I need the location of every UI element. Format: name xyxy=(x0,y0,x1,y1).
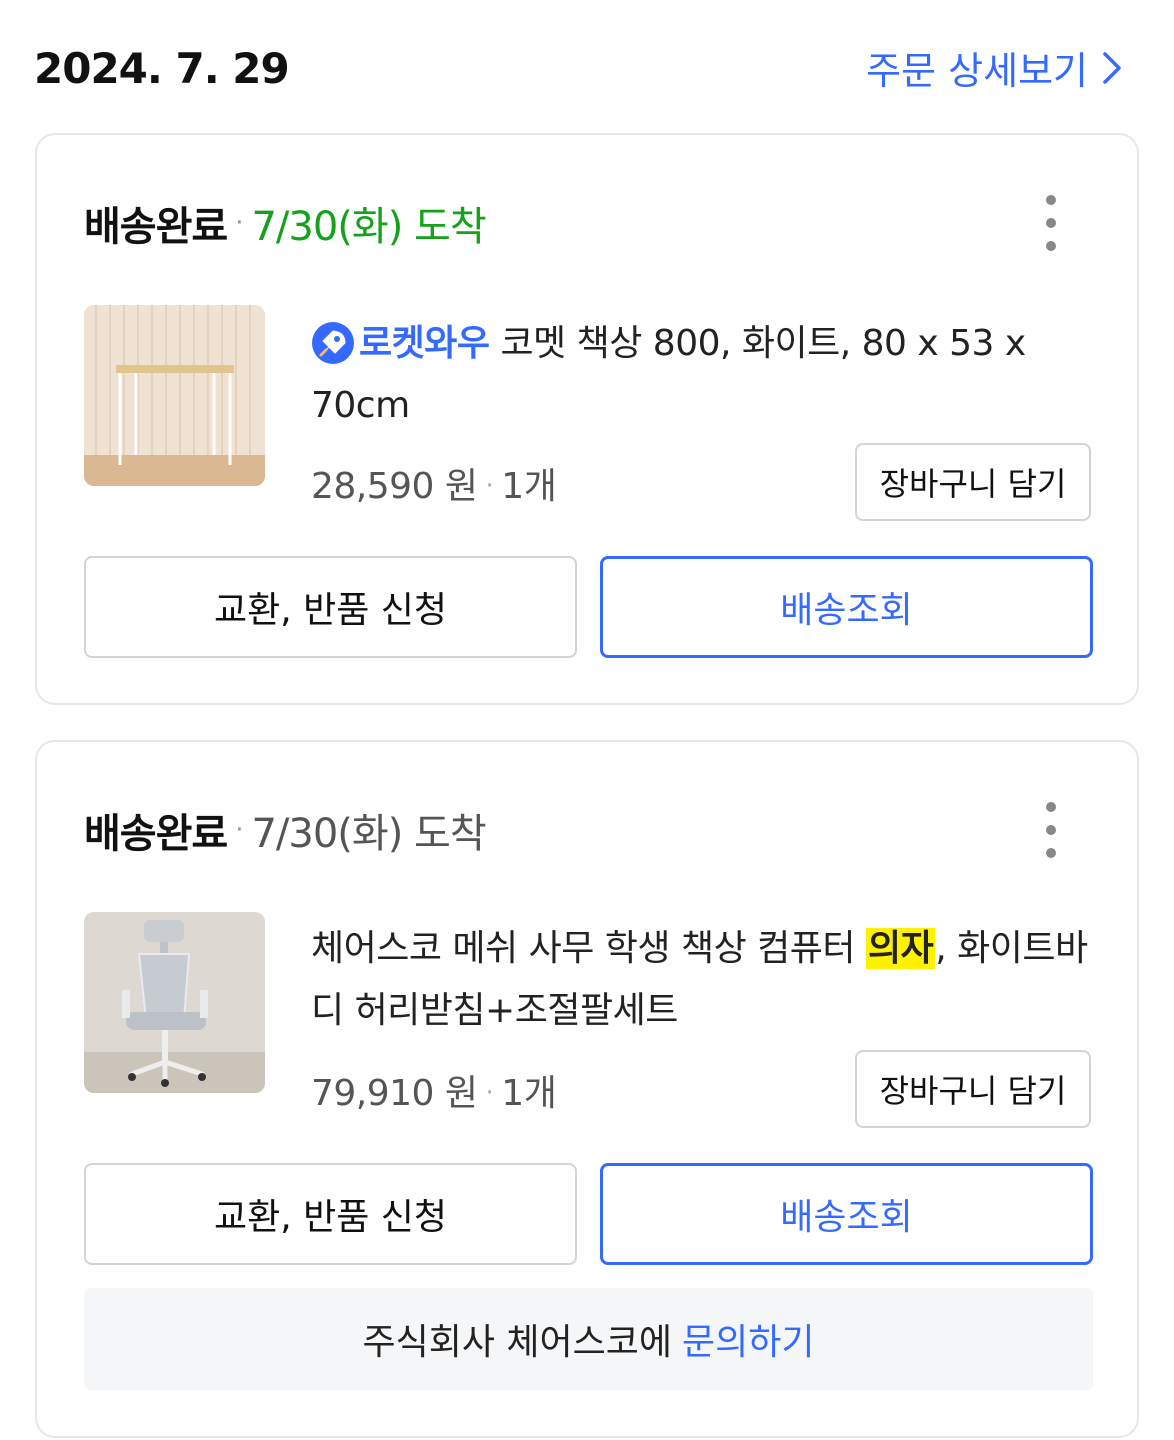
product-quantity: 1개 xyxy=(501,466,557,507)
separator-dot: · xyxy=(235,208,244,238)
price-quantity: 28,590 원 · 1개 xyxy=(311,466,557,507)
seller-inquiry-bar: 주식회사 체어스코에 문의하기 xyxy=(84,1288,1093,1390)
order-detail-label: 주문 상세보기 xyxy=(866,49,1088,93)
more-options-button[interactable] xyxy=(1035,802,1067,858)
product-title[interactable]: 체어스코 메쉬 사무 학생 책상 컴퓨터 의자, 화이트바디 허리받침+조절팔세… xyxy=(311,918,1101,1042)
return-exchange-button[interactable]: 교환, 반품 신청 xyxy=(84,1163,577,1265)
track-delivery-button[interactable]: 배송조회 xyxy=(600,1163,1093,1265)
order-date: 2024. 7. 29 xyxy=(34,44,290,93)
product-quantity: 1개 xyxy=(501,1073,557,1114)
return-exchange-button[interactable]: 교환, 반품 신청 xyxy=(84,556,577,658)
order-item-card: 배송완료 · 7/30(화) 도착 로켓와우 코멧 책상 800, 화이트, 8… xyxy=(35,133,1139,705)
order-item-card: 배송완료 · 7/30(화) 도착 체어스코 메쉬 사무 학생 책상 컴퓨터 의… xyxy=(35,740,1139,1438)
order-detail-link[interactable]: 주문 상세보기 xyxy=(866,40,1122,95)
add-to-cart-button[interactable]: 장바구니 담기 xyxy=(855,443,1091,521)
more-options-button[interactable] xyxy=(1035,195,1067,251)
delivery-status-row: 배송완료 · 7/30(화) 도착 xyxy=(84,800,487,860)
rocket-icon xyxy=(311,321,355,365)
more-vertical-icon xyxy=(1046,802,1056,812)
arrival-date: 7/30(화) 도착 xyxy=(251,811,486,857)
chevron-right-icon xyxy=(1103,51,1121,84)
product-title[interactable]: 로켓와우 코멧 책상 800, 화이트, 80 x 53 x 70cm xyxy=(311,313,1101,437)
separator-dot: · xyxy=(235,815,244,845)
arrival-date: 7/30(화) 도착 xyxy=(251,204,486,250)
product-image-desk[interactable] xyxy=(84,305,265,486)
more-vertical-icon xyxy=(1046,195,1056,205)
delivery-status-row: 배송완료 · 7/30(화) 도착 xyxy=(84,193,487,253)
seller-inquiry-link[interactable]: 문의하기 xyxy=(682,1313,814,1365)
delivery-status: 배송완료 xyxy=(84,204,228,250)
price-quantity: 79,910 원 · 1개 xyxy=(311,1073,557,1114)
search-highlight: 의자 xyxy=(865,928,936,969)
product-image-chair[interactable] xyxy=(84,912,265,1093)
seller-name-text: 주식회사 체어스코에 xyxy=(362,1322,673,1363)
product-price: 28,590 원 xyxy=(311,466,478,507)
rocket-wow-badge: 로켓와우 xyxy=(359,323,490,364)
product-title-text: 체어스코 메쉬 사무 학생 책상 컴퓨터 xyxy=(311,928,866,969)
product-price: 79,910 원 xyxy=(311,1073,478,1114)
order-header: 2024. 7. 29 주문 상세보기 xyxy=(0,0,1174,130)
track-delivery-button[interactable]: 배송조회 xyxy=(600,556,1093,658)
delivery-status: 배송완료 xyxy=(84,811,228,857)
add-to-cart-button[interactable]: 장바구니 담기 xyxy=(855,1050,1091,1128)
